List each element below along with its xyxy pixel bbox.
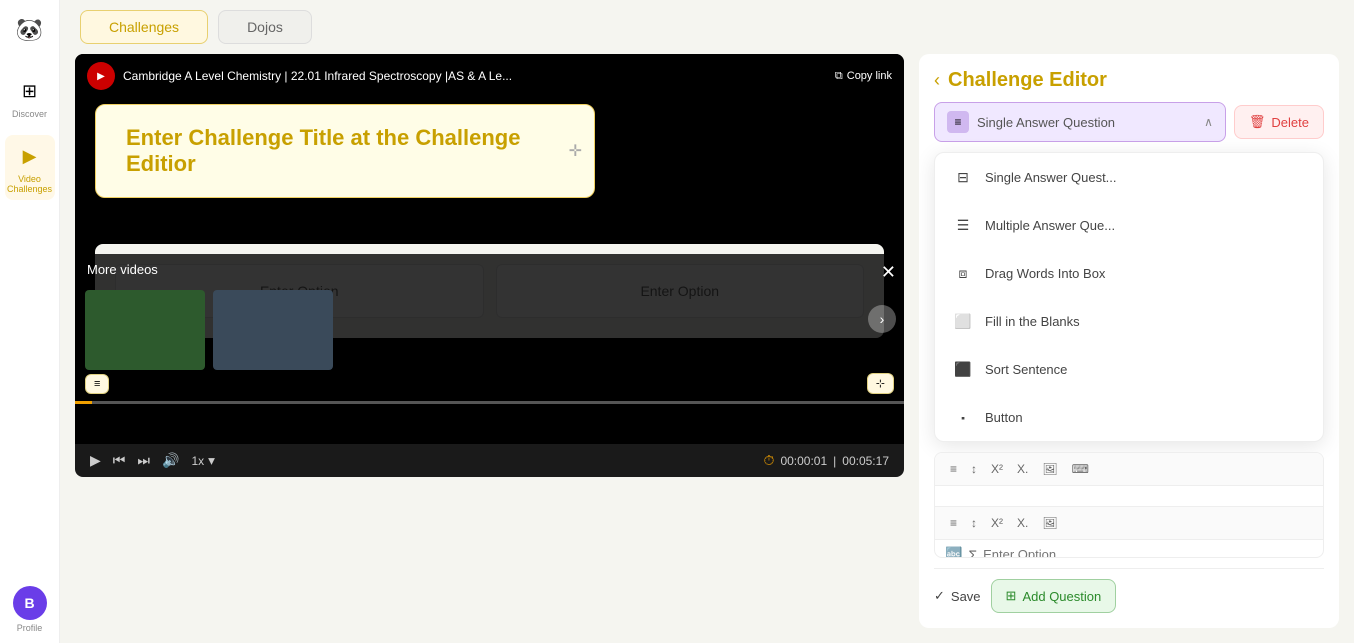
challenge-editor-panel: ‹ Challenge Editor ≡ Single Answer Quest… — [919, 54, 1339, 628]
toolbar-sort-btn[interactable]: ↕ — [966, 459, 982, 479]
tab-challenges[interactable]: Challenges — [80, 10, 208, 44]
video-controls: ▶ ⏮ ⏭ 🔊 1x ▾ ⏱ 00:00:01 | 00:05:17 — [75, 444, 904, 477]
video-thumb-2[interactable] — [213, 290, 333, 370]
top-nav: Challenges Dojos — [60, 0, 1354, 54]
speed-dropdown-button[interactable]: ▾ — [208, 453, 215, 469]
back-button[interactable]: ‹ — [934, 70, 940, 91]
play-button[interactable]: ▶ — [90, 452, 101, 469]
toolbar2-superscript-btn[interactable]: X² — [986, 513, 1008, 533]
badge-icon: ≡ — [94, 378, 100, 390]
trash-icon: 🗑 — [1249, 114, 1266, 130]
video-title-bar: ▶ Cambridge A Level Chemistry | 22.01 In… — [75, 54, 904, 98]
add-question-icon: ⊞ — [1006, 588, 1017, 604]
bottom-icons-bar: ≡ — [85, 374, 109, 394]
challenge-title-text: Enter Challenge Title at the Challenge E… — [126, 125, 520, 176]
editor-text-area[interactable] — [935, 486, 1323, 506]
fill-blanks-icon: ⬜ — [951, 309, 975, 333]
dropdown-item-fill-blanks[interactable]: ⬜ Fill in the Blanks — [935, 297, 1323, 345]
toolbar-special-btn[interactable]: ⌨ — [1067, 459, 1094, 479]
speed-control: 1x ▾ — [191, 453, 214, 469]
toolbar-superscript-btn[interactable]: X² — [986, 459, 1008, 479]
video-progress-fill — [75, 401, 92, 404]
question-type-selector[interactable]: ≡ Single Answer Question ∧ — [934, 102, 1226, 142]
challenge-title-box[interactable]: Enter Challenge Title at the Challenge E… — [95, 104, 595, 198]
dropdown-item-drag-words[interactable]: ⧈ Drag Words Into Box — [935, 249, 1323, 297]
option-image-btn[interactable]: 🔤 — [945, 546, 962, 558]
more-videos-overlay: More videos ✕ › — [75, 254, 904, 384]
single-answer-icon: ⊟ — [951, 165, 975, 189]
content-area: ▶ Cambridge A Level Chemistry | 22.01 In… — [60, 54, 1354, 643]
avatar-label: Profile — [17, 623, 43, 633]
volume-button[interactable]: 🔊 — [162, 452, 179, 469]
option-input-area: 🔤 Σ document.querySelector('[data-name="… — [935, 539, 1323, 558]
question-type-bar: ≡ Single Answer Question ∧ 🗑 Delete — [934, 102, 1324, 142]
logo: 🐼 — [10, 10, 50, 50]
toolbar2-subscript-btn[interactable]: X. — [1012, 513, 1033, 533]
video-container: ▶ Cambridge A Level Chemistry | 22.01 In… — [75, 54, 904, 444]
dropdown-item-button[interactable]: ⬝ Button — [935, 393, 1323, 441]
dropdown-item-single-answer[interactable]: ⊟ Single Answer Quest... — [935, 153, 1323, 201]
video-panel: ▶ Cambridge A Level Chemistry | 22.01 In… — [75, 54, 904, 628]
sidebar-item-discover-label: Discover — [12, 109, 47, 119]
delete-button[interactable]: 🗑 Delete — [1234, 105, 1324, 139]
drag-icon-badge[interactable]: ⊹ — [867, 373, 894, 394]
dropdown-item-sort-sentence[interactable]: ⬛ Sort Sentence — [935, 345, 1323, 393]
toolbar2-list-btn[interactable]: ≡ — [945, 513, 962, 533]
drag-handle-icon: ✛ — [569, 141, 582, 161]
challenge-type-badge[interactable]: ≡ — [85, 374, 109, 394]
toolbar2-sort-btn[interactable]: ↕ — [966, 513, 982, 533]
next-video-button[interactable]: › — [868, 305, 896, 333]
fast-forward-button[interactable]: ⏭ — [137, 452, 150, 469]
sidebar-item-discover[interactable]: ⊞ Discover — [5, 70, 55, 125]
video-progress-bar-container[interactable] — [75, 401, 904, 404]
type-selector-label: Single Answer Question — [977, 115, 1196, 130]
main-content: Challenges Dojos ▶ Cambridge A Level Che… — [60, 0, 1354, 643]
multiple-answer-icon: ☰ — [951, 213, 975, 237]
video-challenges-icon: ▶ — [15, 141, 45, 171]
editor-toolbar-top: ≡ ↕ X² X. 🖼 ⌨ — [935, 453, 1323, 486]
option-formula-btn[interactable]: Σ — [968, 547, 977, 559]
sidebar: 🐼 ⊞ Discover ▶ VideoChallenges B Profile — [0, 0, 60, 643]
channel-icon: ▶ — [87, 62, 115, 90]
editor-actions: ✓ Save ⊞ Add Question — [934, 568, 1324, 613]
dropdown-item-multiple-answer[interactable]: ☰ Multiple Answer Que... — [935, 201, 1323, 249]
copy-icon: ⧉ — [835, 70, 843, 83]
editor-content: ≡ ↕ X² X. 🖼 ⌨ ≡ ↕ X² X. 🖼 🔤 Σ — [934, 452, 1324, 558]
sidebar-item-video-challenges-label: VideoChallenges — [7, 174, 52, 194]
toolbar2-image-btn[interactable]: 🖼 — [1037, 513, 1062, 533]
video-thumb-1[interactable] — [85, 290, 205, 370]
toolbar-list-btn[interactable]: ≡ — [945, 459, 962, 479]
close-more-videos-button[interactable]: ✕ — [881, 262, 896, 283]
bottom-right-icons: ⊹ — [867, 373, 894, 394]
clock-icon: ⏱ — [764, 452, 775, 469]
chevron-up-icon: ∧ — [1204, 115, 1213, 129]
rewind-button[interactable]: ⏮ — [113, 452, 126, 469]
option-text-input[interactable] — [983, 547, 1313, 558]
toolbar-subscript-btn[interactable]: X. — [1012, 459, 1033, 479]
sidebar-item-video-challenges[interactable]: ▶ VideoChallenges — [5, 135, 55, 200]
editor-header: ‹ Challenge Editor — [934, 69, 1324, 92]
editor-title: Challenge Editor — [948, 69, 1107, 92]
copy-link-button[interactable]: ⧉ Copy link — [835, 70, 892, 83]
button-type-icon: ⬝ — [951, 405, 975, 429]
video-title: Cambridge A Level Chemistry | 22.01 Infr… — [123, 69, 827, 83]
save-button[interactable]: ✓ Save — [934, 588, 981, 604]
editor-toolbar-bottom: ≡ ↕ X² X. 🖼 — [935, 506, 1323, 539]
drag-words-icon: ⧈ — [951, 261, 975, 285]
more-videos-content — [85, 290, 894, 370]
avatar[interactable]: B — [13, 586, 47, 620]
sort-sentence-icon: ⬛ — [951, 357, 975, 381]
add-question-button[interactable]: ⊞ Add Question — [991, 579, 1117, 613]
checkmark-icon: ✓ — [934, 588, 945, 604]
question-type-dropdown: ⊟ Single Answer Quest... ☰ Multiple Answ… — [934, 152, 1324, 442]
tab-dojos[interactable]: Dojos — [218, 10, 312, 44]
discover-icon: ⊞ — [15, 76, 45, 106]
type-selector-icon: ≡ — [947, 111, 969, 133]
time-display: ⏱ 00:00:01 | 00:05:17 — [764, 452, 889, 469]
toolbar-image-btn[interactable]: 🖼 — [1037, 459, 1062, 479]
more-videos-label: More videos — [87, 262, 158, 277]
